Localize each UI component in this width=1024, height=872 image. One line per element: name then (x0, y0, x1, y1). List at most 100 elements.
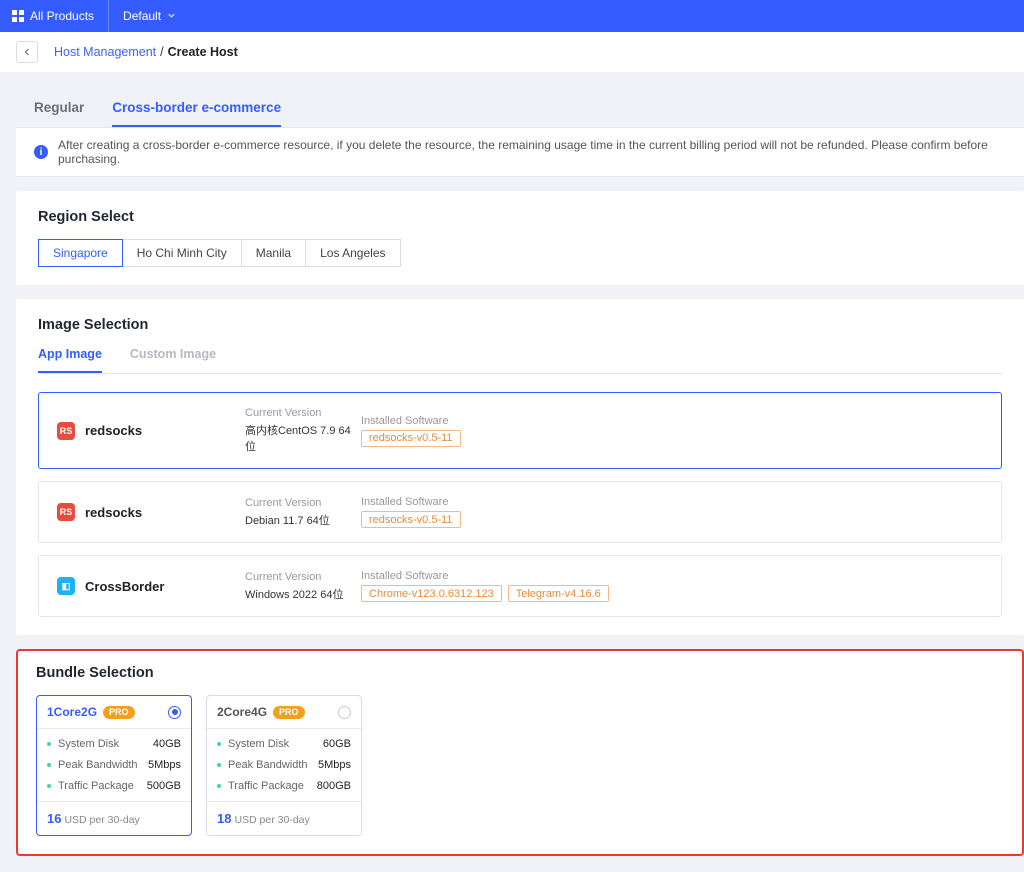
notice-bar: i After creating a cross-border e-commer… (16, 127, 1024, 177)
bundle-price: 18 (217, 811, 231, 826)
bullet-dot (47, 763, 51, 767)
is-label: Installed Software (361, 496, 983, 508)
bundle-price-suffix: USD per 30-day (64, 814, 139, 826)
bullet-dot (217, 784, 221, 788)
cv-value: 高内核CentOS 7.9 64位 (245, 422, 361, 454)
cv-value: Windows 2022 64位 (245, 586, 361, 602)
bundle-row-value: 60GB (323, 738, 351, 750)
software-tag: Telegram-v4.16.6 (508, 585, 609, 602)
current-version: Current Version Windows 2022 64位 (245, 571, 361, 602)
image-sub-tabs: App Image Custom Image (38, 347, 1002, 374)
installed-software: Installed Software redsocks-v0.5-11 (361, 496, 983, 528)
bullet-dot (217, 763, 221, 767)
back-button[interactable] (16, 41, 38, 63)
current-version: Current Version 高内核CentOS 7.9 64位 (245, 407, 361, 454)
bundle-row-label: Peak Bandwidth (58, 759, 138, 771)
bundle-foot: 18USD per 30-day (207, 801, 361, 835)
tab-custom-image[interactable]: Custom Image (130, 347, 216, 373)
breadcrumb: Host Management / Create Host (0, 32, 1024, 72)
installed-software: Installed Software Chrome-v123.0.6312.123… (361, 570, 983, 602)
image-selection-card: Image Selection App Image Custom Image R… (16, 299, 1024, 635)
cv-value: Debian 11.7 64位 (245, 512, 361, 528)
software-tag: redsocks-v0.5-11 (361, 511, 461, 528)
bundle-row: System Disk 60GB (217, 738, 351, 750)
software-tags: redsocks-v0.5-11 (361, 430, 983, 447)
bundle-row-label: System Disk (228, 738, 289, 750)
bundle-radio[interactable] (338, 706, 351, 719)
bundle-row: System Disk 40GB (47, 738, 181, 750)
bullet-dot (47, 742, 51, 746)
is-label: Installed Software (361, 570, 983, 582)
image-row[interactable]: ◧ CrossBorderCurrent Version Windows 2022 … (38, 555, 1002, 617)
tab-cross-border[interactable]: Cross-border e-commerce (112, 100, 281, 127)
bundle-row-value: 5Mbps (148, 759, 181, 771)
bundle-row-label: System Disk (58, 738, 119, 750)
image-icon: ◧ (57, 577, 75, 595)
bundle-name: 2Core4G (217, 705, 267, 719)
breadcrumb-sep: / (160, 45, 163, 59)
bundle-row-value: 40GB (153, 738, 181, 750)
tab-app-image[interactable]: App Image (38, 347, 102, 373)
bullet-dot (47, 784, 51, 788)
default-dropdown[interactable]: Default (123, 9, 176, 23)
image-list: RSredsocksCurrent Version高内核CentOS 7.9 6… (38, 392, 1002, 617)
bundle-head: 2Core4G PRO (207, 696, 361, 729)
bundle-body: System Disk40GBPeak Bandwidth5MbpsTraffi… (37, 729, 191, 801)
bundle-price-suffix: USD per 30-day (234, 814, 309, 826)
bundle-title: Bundle Selection (36, 665, 1004, 681)
bullet-dot (217, 742, 221, 746)
image-name: CrossBorder (85, 579, 245, 594)
topbar-divider (108, 0, 109, 32)
installed-software: Installed Softwareredsocks-v0.5-11 (361, 415, 983, 447)
software-tags: redsocks-v0.5-11 (361, 511, 983, 528)
type-tabs: Regular Cross-border e-commerce (16, 88, 1024, 127)
breadcrumb-host-management[interactable]: Host Management (54, 45, 156, 59)
region-title: Region Select (38, 209, 1002, 225)
image-icon: RS (57, 422, 75, 440)
image-row[interactable]: RS redsocksCurrent Version Debian 11.7 64位… (38, 481, 1002, 543)
all-products-link[interactable]: All Products (30, 9, 94, 23)
region-manila[interactable]: Manila (241, 239, 306, 267)
region-singapore[interactable]: Singapore (38, 239, 123, 267)
bundle-grid: 1Core2G PRO System Disk 40GB Peak Bandwidth 5… (36, 695, 1004, 836)
current-version: Current Version Debian 11.7 64位 (245, 497, 361, 528)
software-tag: redsocks-v0.5-11 (361, 430, 461, 447)
region-options: Singapore Ho Chi Minh City Manila Los An… (38, 239, 1002, 267)
image-row[interactable]: RS redsocksCurrent Version 高内核CentOS 7.9 6… (38, 392, 1002, 469)
topbar: All Products Default (0, 0, 1024, 32)
bundle-row-value: 5Mbps (318, 759, 351, 771)
page-body: Regular Cross-border e-commerce i After … (0, 72, 1024, 872)
chevron-down-icon (167, 9, 176, 23)
image-name: redsocks (85, 505, 245, 520)
bundle-price: 16 (47, 811, 61, 826)
pro-badge: PRO (273, 706, 305, 719)
bundle-card[interactable]: 1Core2G PRO System Disk 40GB Peak Bandwidth 5… (36, 695, 192, 836)
bundle-body: System Disk60GBPeak Bandwidth5MbpsTraffi… (207, 729, 361, 801)
bundle-card[interactable]: 2Core4G PRO System Disk 60GB Peak Bandwidth 5… (206, 695, 362, 836)
cv-label: Current Version (245, 571, 361, 583)
image-name: redsocks (85, 423, 245, 438)
pro-badge: PRO (103, 706, 135, 719)
region-ho-chi-minh[interactable]: Ho Chi Minh City (122, 239, 242, 267)
image-icon: RS (57, 503, 75, 521)
default-dropdown-label: Default (123, 9, 161, 23)
software-tags: Chrome-v123.0.6312.123 Telegram-v4.16.6 (361, 585, 983, 602)
info-icon: i (34, 145, 48, 159)
breadcrumb-create-host: Create Host (168, 45, 238, 59)
bundle-radio[interactable] (168, 706, 181, 719)
cv-label: Current Version (245, 407, 361, 419)
bundle-selection-card: Bundle Selection 1Core2G PRO System Disk 40… (16, 649, 1024, 856)
cv-label: Current Version (245, 497, 361, 509)
bundle-row: Peak Bandwidth 5Mbps (47, 759, 181, 771)
bundle-head: 1Core2G PRO (37, 696, 191, 729)
region-card: Region Select Singapore Ho Chi Minh City… (16, 191, 1024, 285)
bundle-foot: 16USD per 30-day (37, 801, 191, 835)
bundle-name: 1Core2G (47, 705, 97, 719)
tab-regular[interactable]: Regular (34, 100, 84, 127)
region-los-angeles[interactable]: Los Angeles (305, 239, 400, 267)
bundle-row-label: Peak Bandwidth (228, 759, 308, 771)
image-selection-title: Image Selection (38, 317, 1002, 333)
software-tag: Chrome-v123.0.6312.123 (361, 585, 502, 602)
notice-text: After creating a cross-border e-commerce… (58, 138, 1006, 166)
grid-icon (12, 10, 24, 22)
